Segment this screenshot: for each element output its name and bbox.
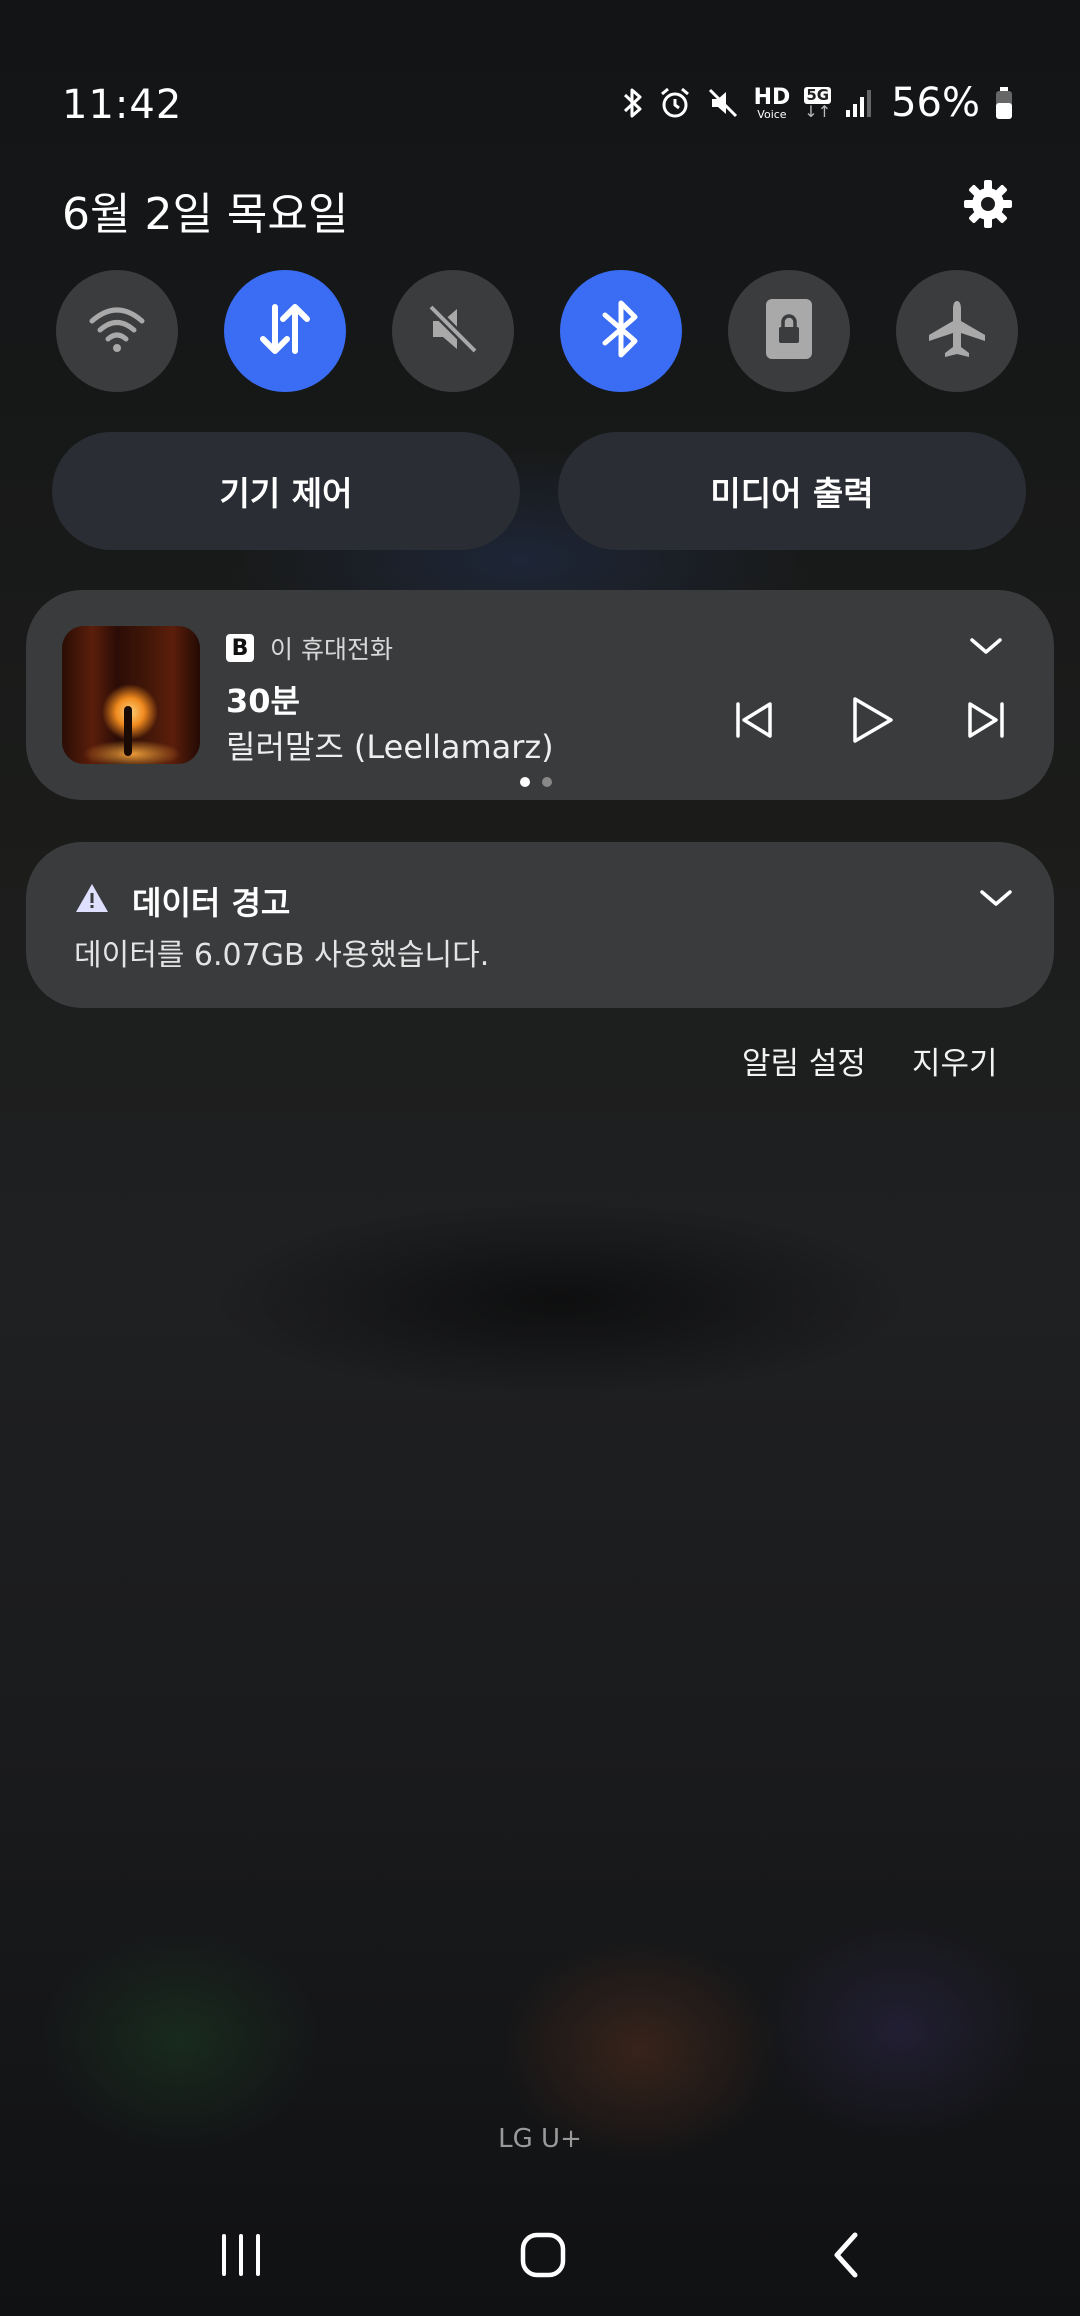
page-dot-active (520, 777, 530, 787)
gear-icon (962, 178, 1014, 234)
clear-button[interactable]: 지우기 (912, 1038, 998, 1083)
recent-apps-button[interactable] (196, 2222, 286, 2292)
previous-button[interactable] (724, 692, 784, 752)
recent-apps-icon (218, 2233, 264, 2281)
skip-next-icon (964, 698, 1008, 746)
toggle-airplane[interactable] (896, 270, 1018, 392)
toggle-sound[interactable] (392, 270, 514, 392)
signal-icon (845, 88, 873, 118)
notification-settings-button[interactable]: 알림 설정 (742, 1038, 866, 1083)
carrier-label: LG U+ (498, 2124, 582, 2154)
home-icon (518, 2230, 568, 2284)
skip-previous-icon (732, 698, 776, 746)
toggle-wifi[interactable] (56, 270, 178, 392)
mute-icon (423, 299, 483, 363)
media-output-button[interactable]: 미디어 출력 (558, 432, 1026, 550)
warning-icon (74, 882, 110, 914)
quick-toggles (56, 270, 1018, 392)
media-source: B 이 휴대전화 (226, 630, 393, 666)
bluetooth-icon (599, 297, 643, 365)
next-button[interactable] (956, 692, 1016, 752)
status-icons: HD Voice 5G ↓↑ 56% (622, 80, 1014, 126)
media-title: 30분 (226, 682, 300, 720)
data-arrows-icon (255, 299, 315, 363)
status-time: 11:42 (62, 82, 183, 128)
chevron-down-icon (979, 888, 1013, 912)
alarm-icon (658, 86, 692, 120)
hd-voice-icon: HD Voice (753, 84, 791, 121)
settings-button[interactable] (960, 178, 1016, 234)
battery-icon (994, 86, 1014, 120)
page-dot (542, 777, 552, 787)
data-warning-body: 데이터를 6.07GB 사용했습니다. (74, 938, 490, 973)
media-source-label: 이 휴대전화 (270, 635, 393, 664)
toggle-mobile-data[interactable] (224, 270, 346, 392)
toggle-bluetooth[interactable] (560, 270, 682, 392)
album-art (62, 626, 200, 764)
wifi-icon (87, 304, 147, 358)
media-artist: 릴러말즈 (Leellamarz) (226, 728, 554, 766)
source-app-icon: B (226, 634, 254, 662)
device-control-button[interactable]: 기기 제어 (52, 432, 520, 550)
play-button[interactable] (842, 692, 902, 752)
battery-percent: 56% (891, 80, 980, 126)
hd-label: HD (753, 84, 791, 110)
bluetooth-icon (622, 86, 644, 120)
mute-icon (706, 86, 740, 120)
date-text: 6월 2일 목요일 (62, 189, 349, 240)
home-button[interactable] (498, 2222, 588, 2292)
airplane-icon (925, 297, 989, 365)
play-icon (849, 695, 895, 749)
back-button[interactable] (802, 2222, 892, 2292)
data-warning-card[interactable] (26, 842, 1054, 1008)
media-expand-button[interactable] (962, 630, 1010, 666)
voice-label: Voice (757, 107, 787, 121)
back-icon (829, 2230, 865, 2284)
net-arrows: ↓↑ (804, 101, 832, 121)
data-warning-title: 데이터 경고 (132, 884, 291, 922)
toggle-rotation-lock[interactable] (728, 270, 850, 392)
media-page-indicator (520, 777, 552, 787)
net-label: 5G (804, 85, 832, 104)
lock-icon (762, 297, 816, 365)
chevron-down-icon (969, 636, 1003, 660)
warning-expand-button[interactable] (972, 882, 1020, 918)
5g-icon: 5G ↓↑ (804, 85, 832, 121)
